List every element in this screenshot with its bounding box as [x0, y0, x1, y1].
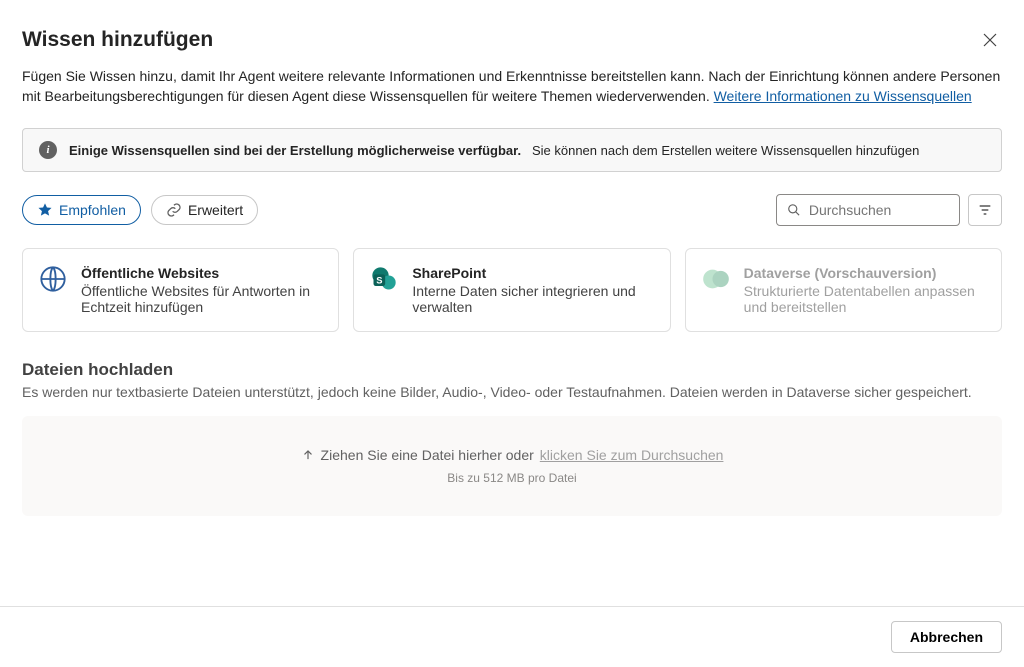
upload-section-subtitle: Es werden nur textbasierte Dateien unter… — [22, 384, 1002, 400]
browse-link[interactable]: klicken Sie zum Durchsuchen — [540, 447, 724, 463]
filter-button[interactable] — [968, 194, 1002, 226]
card-title: Dataverse (Vorschauversion) — [744, 265, 985, 281]
info-rest: Sie können nach dem Erstellen weitere Wi… — [532, 143, 919, 158]
cancel-button[interactable]: Abbrechen — [891, 621, 1002, 653]
dialog-description: Fügen Sie Wissen hinzu, damit Ihr Agent … — [22, 67, 1002, 106]
upload-icon — [301, 448, 315, 462]
info-banner: i Einige Wissensquellen sind bei der Ers… — [22, 128, 1002, 172]
card-desc: Öffentliche Websites für Antworten in Ec… — [81, 283, 322, 315]
close-button[interactable] — [978, 28, 1002, 57]
drag-text: Ziehen Sie eine Datei hierher oder — [321, 447, 534, 463]
globe-icon — [39, 265, 67, 293]
tab-advanced-label: Erweitert — [188, 202, 243, 218]
dialog-title: Wissen hinzufügen — [22, 28, 213, 52]
tab-featured[interactable]: Empfohlen — [22, 195, 141, 225]
tab-advanced[interactable]: Erweitert — [151, 195, 258, 225]
card-dataverse[interactable]: Dataverse (Vorschauversion) Strukturiert… — [685, 248, 1002, 332]
search-box[interactable] — [776, 194, 960, 226]
filter-icon — [977, 202, 993, 218]
card-desc: Interne Daten sicher integrieren und ver… — [412, 283, 653, 315]
card-sharepoint[interactable]: S SharePoint Interne Daten sicher integr… — [353, 248, 670, 332]
sharepoint-icon: S — [370, 265, 398, 293]
upload-section-title: Dateien hochladen — [22, 360, 1002, 380]
link-icon — [166, 202, 182, 218]
search-input[interactable] — [809, 202, 949, 218]
card-title: Öffentliche Websites — [81, 265, 322, 281]
tab-featured-label: Empfohlen — [59, 202, 126, 218]
close-icon — [982, 32, 998, 48]
card-desc: Strukturierte Datentabellen anpassen und… — [744, 283, 985, 315]
info-bold: Einige Wissensquellen sind bei der Erste… — [69, 143, 521, 158]
card-title: SharePoint — [412, 265, 653, 281]
info-icon: i — [39, 141, 57, 159]
card-public-websites[interactable]: Öffentliche Websites Öffentliche Website… — [22, 248, 339, 332]
search-icon — [787, 202, 801, 218]
star-icon — [37, 202, 53, 218]
dialog-footer: Abbrechen — [0, 606, 1024, 667]
upload-limit: Bis zu 512 MB pro Datei — [447, 471, 576, 485]
learn-more-link[interactable]: Weitere Informationen zu Wissensquellen — [714, 88, 972, 104]
dataverse-icon — [702, 265, 730, 293]
file-dropzone[interactable]: Ziehen Sie eine Datei hierher oder klick… — [22, 416, 1002, 516]
svg-text:S: S — [377, 276, 383, 286]
